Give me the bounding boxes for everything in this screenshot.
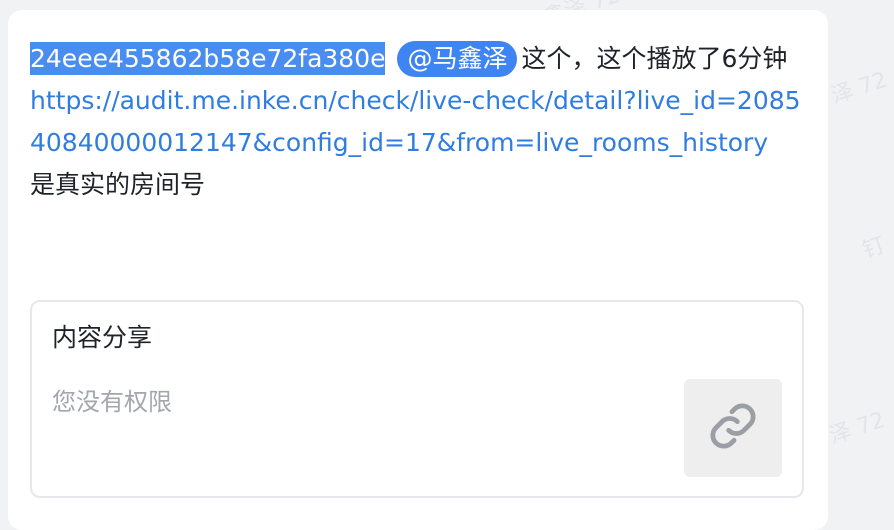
watermark: 钉 (859, 233, 889, 264)
watermark: 泽 72 (826, 407, 889, 450)
mention-chip[interactable]: @马鑫泽 (397, 41, 518, 77)
message-text-after-link: 是真实的房间号 (30, 170, 206, 199)
share-card-title: 内容分享 (52, 323, 153, 352)
message-link[interactable]: https://audit.me.inke.cn/check/live-chec… (30, 86, 801, 157)
share-card-description: 您没有权限 (52, 388, 172, 416)
watermark: 泽 72 (828, 67, 891, 110)
message-text-after-mention: 这个，这个播放了6分钟 (521, 44, 788, 73)
message-text: 24eee455862b58e72fa380e @马鑫泽 这个，这个播放了6分钟 … (30, 38, 806, 206)
content-share-card[interactable]: 内容分享 您没有权限 (30, 300, 804, 498)
link-icon (707, 400, 759, 456)
selected-id-text[interactable]: 24eee455862b58e72fa380e (30, 42, 386, 75)
share-card-thumbnail (684, 379, 782, 477)
message-bubble: 24eee455862b58e72fa380e @马鑫泽 这个，这个播放了6分钟 … (8, 10, 828, 530)
